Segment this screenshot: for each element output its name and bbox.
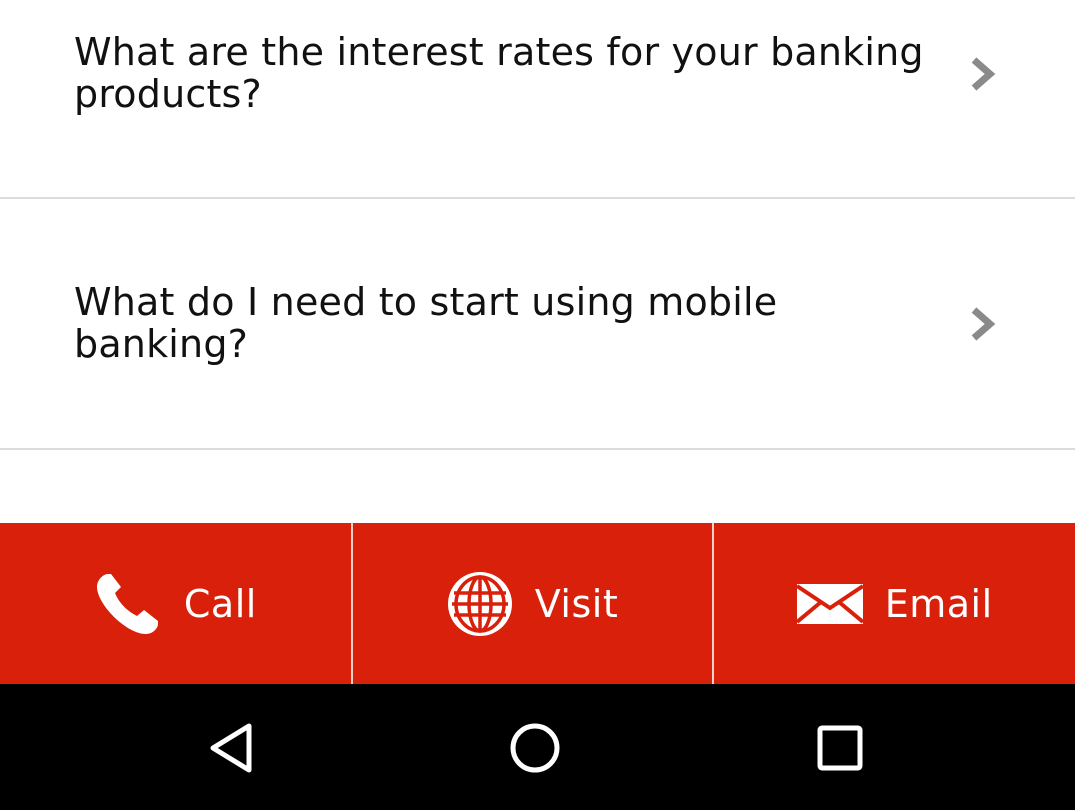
email-button[interactable]: Email (714, 523, 1075, 684)
contact-action-bar: Call Visit Email (0, 523, 1075, 684)
visit-label: Visit (534, 581, 619, 626)
faq-question: What do I need to start using mobile ban… (74, 280, 778, 366)
chevron-right-icon (971, 57, 996, 91)
back-icon[interactable] (203, 720, 263, 776)
chevron-right-icon (971, 307, 996, 341)
home-icon[interactable] (505, 720, 565, 776)
faq-question: What are the interest rates for your ban… (74, 30, 924, 116)
envelope-icon (796, 583, 863, 624)
faq-list: What are the interest rates for your ban… (0, 0, 1075, 523)
visit-button[interactable]: Visit (353, 523, 713, 684)
call-button[interactable]: Call (0, 523, 351, 684)
system-navigation-bar (0, 684, 1075, 810)
app-screen: What are the interest rates for your ban… (0, 0, 1075, 810)
call-label: Call (183, 581, 257, 626)
email-label: Email (884, 581, 993, 626)
faq-item-interest-rates[interactable]: What are the interest rates for your ban… (0, 0, 1075, 199)
phone-icon (96, 573, 158, 634)
globe-icon (447, 571, 512, 636)
recent-apps-icon[interactable] (810, 720, 870, 776)
faq-item-mobile-banking[interactable]: What do I need to start using mobile ban… (0, 199, 1075, 450)
